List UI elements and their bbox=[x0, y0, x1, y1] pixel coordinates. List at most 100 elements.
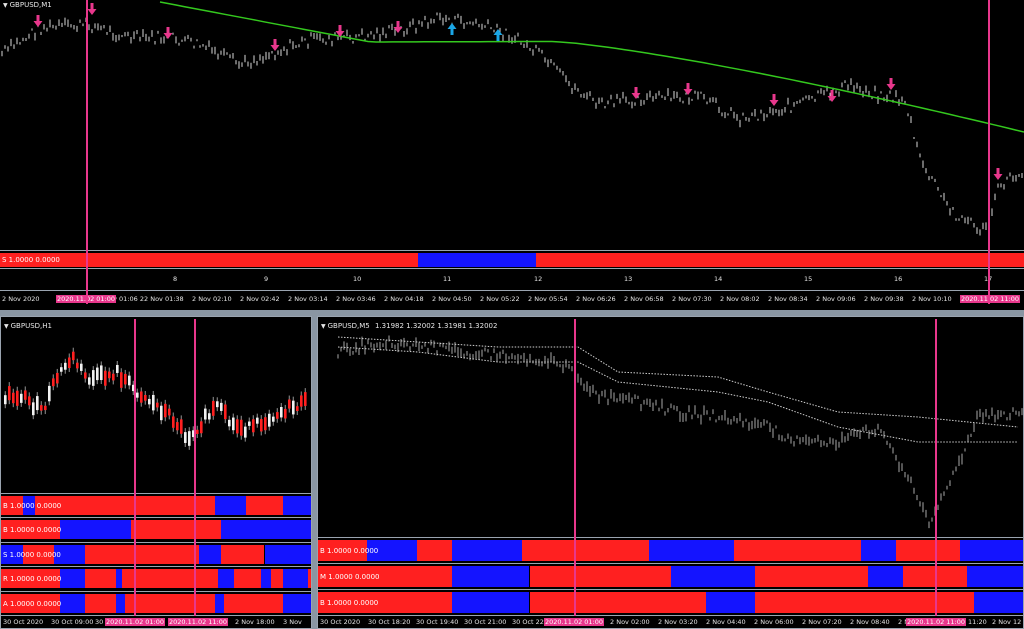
candle-body bbox=[68, 357, 71, 369]
indicator-label: B 1.0000 0.0000 bbox=[320, 547, 379, 555]
time-label: 2 Nov 05:54 bbox=[528, 295, 568, 303]
indicator-label: B 1.0000 0.0000 bbox=[3, 526, 62, 535]
time-label: 2 Nov 04:50 bbox=[432, 295, 472, 303]
indicator-segment bbox=[959, 540, 1023, 561]
indicator-strip-h1[interactable]: B 1.0000 0.0000 bbox=[1, 493, 311, 518]
candle-body bbox=[288, 399, 291, 409]
indicator-segment bbox=[973, 592, 1023, 613]
candle-body bbox=[272, 416, 275, 422]
indicator-strip-h1[interactable]: R 1.0000 0.0000 bbox=[1, 566, 311, 592]
indicator-segment bbox=[755, 566, 868, 587]
crosshair-vertical-line[interactable] bbox=[574, 319, 576, 616]
pink-down-arrow-icon bbox=[683, 83, 693, 95]
indicator-segment bbox=[199, 544, 222, 564]
indicator-segment bbox=[529, 566, 671, 587]
price-plot-m1[interactable] bbox=[0, 0, 1024, 250]
crosshair-vertical-line[interactable] bbox=[935, 319, 937, 616]
indicator-segment bbox=[218, 569, 234, 589]
time-axis-m1: 2 Nov 2020 2020.11.02 01:00 2 Nov 01:06 … bbox=[0, 290, 1024, 309]
indicator-segment bbox=[221, 520, 311, 540]
pink-down-arrow-icon bbox=[769, 94, 779, 106]
indicator-label: B 1.0000 0.0000 bbox=[3, 502, 62, 510]
indicator-segment bbox=[264, 544, 311, 564]
time-label: 30 Oct 19:40 bbox=[416, 618, 459, 626]
candle-body bbox=[200, 421, 203, 434]
indicator-strip-h1[interactable]: B 1.0000 0.0000 bbox=[1, 517, 311, 543]
indicator-segment bbox=[755, 592, 974, 613]
indicator-strip-h1[interactable]: S 1.0000 0.0000 bbox=[1, 541, 311, 567]
bar-number: 10 bbox=[353, 275, 362, 283]
crosshair-time-tag: 2020.11.02 11:00 bbox=[906, 618, 967, 626]
candle-body bbox=[16, 390, 19, 406]
candle-body bbox=[148, 398, 151, 405]
bar-number: 12 bbox=[534, 275, 543, 283]
time-label: 2 Nov 08:40 bbox=[850, 618, 890, 626]
ichimoku-cloud-line bbox=[337, 346, 1018, 443]
time-label: 2 Nov 18:00 bbox=[235, 618, 275, 626]
candle-body bbox=[240, 419, 243, 436]
bar-number: 8 bbox=[173, 275, 178, 283]
indicator-segment bbox=[283, 593, 311, 613]
time-label: 30 Oct 09:00 bbox=[51, 618, 94, 626]
indicator-segment bbox=[649, 540, 734, 561]
price-plot-m5[interactable] bbox=[318, 317, 1023, 537]
pink-down-arrow-icon bbox=[886, 78, 896, 90]
crosshair-vertical-line[interactable] bbox=[194, 319, 196, 616]
indicator-strip-m5[interactable]: B 1.0000 0.0000 bbox=[318, 589, 1023, 616]
candle-body bbox=[100, 365, 103, 381]
indicator-segment bbox=[966, 566, 1023, 587]
candle-body bbox=[284, 408, 287, 419]
candle-body bbox=[28, 396, 31, 406]
candle-body bbox=[204, 408, 207, 420]
candle-body bbox=[64, 362, 67, 370]
indicator-segment bbox=[84, 544, 200, 564]
bar-number: 11 bbox=[443, 275, 452, 283]
cyan-up-arrow-icon bbox=[493, 29, 503, 41]
indicator-strip-h1[interactable]: A 1.0000 0.0000 bbox=[1, 590, 311, 616]
time-label: 11:20 bbox=[968, 618, 987, 626]
time-label: 2 Nov 04:40 bbox=[706, 618, 746, 626]
indicator-segment bbox=[867, 566, 904, 587]
indicator-strip-m1[interactable]: S 1.0000 0.0000 bbox=[0, 250, 1024, 269]
indicator-bar bbox=[318, 540, 1023, 561]
chart-window-h1[interactable]: ▼ GBPUSD,H1 B 1.0000 0.0000 B 1.0000 0.000… bbox=[0, 316, 312, 629]
time-label: 2 Nov 03:14 bbox=[288, 295, 328, 303]
candle-body bbox=[208, 413, 211, 420]
candle-body bbox=[232, 417, 235, 431]
time-label: 2 Nov 2020 bbox=[2, 295, 40, 303]
chart-window-m1[interactable]: ▼ GBPUSD,M1 S 1.0000 0.0000 8 9 10 11 12 … bbox=[0, 0, 1024, 310]
candle-body bbox=[12, 392, 15, 404]
time-label: 2 Nov 06:00 bbox=[754, 618, 794, 626]
candle-body bbox=[172, 416, 175, 428]
candle-body bbox=[268, 413, 271, 427]
candle-body bbox=[296, 406, 299, 412]
indicator-segment bbox=[529, 592, 706, 613]
indicator-label-m1: S 1.0000 0.0000 bbox=[2, 256, 60, 264]
candle-body bbox=[60, 367, 63, 372]
candle-body bbox=[188, 431, 191, 446]
candle-body bbox=[256, 417, 259, 424]
candle-body bbox=[104, 370, 107, 386]
candle-body bbox=[84, 372, 87, 379]
indicator-segment bbox=[125, 593, 215, 613]
indicator-strip-m5[interactable]: B 1.0000 0.0000 bbox=[318, 537, 1023, 564]
candle-body bbox=[48, 385, 51, 402]
ichimoku-cloud-line bbox=[337, 336, 1019, 428]
crosshair-vertical-line[interactable] bbox=[134, 319, 136, 616]
indicator-segment bbox=[245, 496, 284, 515]
indicator-strip-m5[interactable]: M 1.0000 0.0000 bbox=[318, 563, 1023, 590]
candle-body bbox=[280, 406, 283, 418]
indicator-segment bbox=[125, 496, 215, 515]
crosshair-vertical-line[interactable] bbox=[86, 0, 88, 304]
indicator-bar bbox=[318, 592, 1023, 613]
indicator-segment bbox=[121, 569, 218, 589]
candle-body bbox=[212, 400, 215, 416]
indicator-segment bbox=[84, 569, 116, 589]
chart-window-m5[interactable]: ▼ GBPUSD,M5 1.31982 1.32002 1.31981 1.320… bbox=[317, 316, 1024, 629]
candle-body bbox=[168, 408, 171, 416]
price-plot-h1[interactable] bbox=[1, 317, 311, 492]
indicator-segment bbox=[705, 592, 756, 613]
indicator-segment bbox=[733, 540, 861, 561]
crosshair-vertical-line[interactable] bbox=[988, 0, 990, 304]
moving-average-line bbox=[159, 1, 1024, 133]
